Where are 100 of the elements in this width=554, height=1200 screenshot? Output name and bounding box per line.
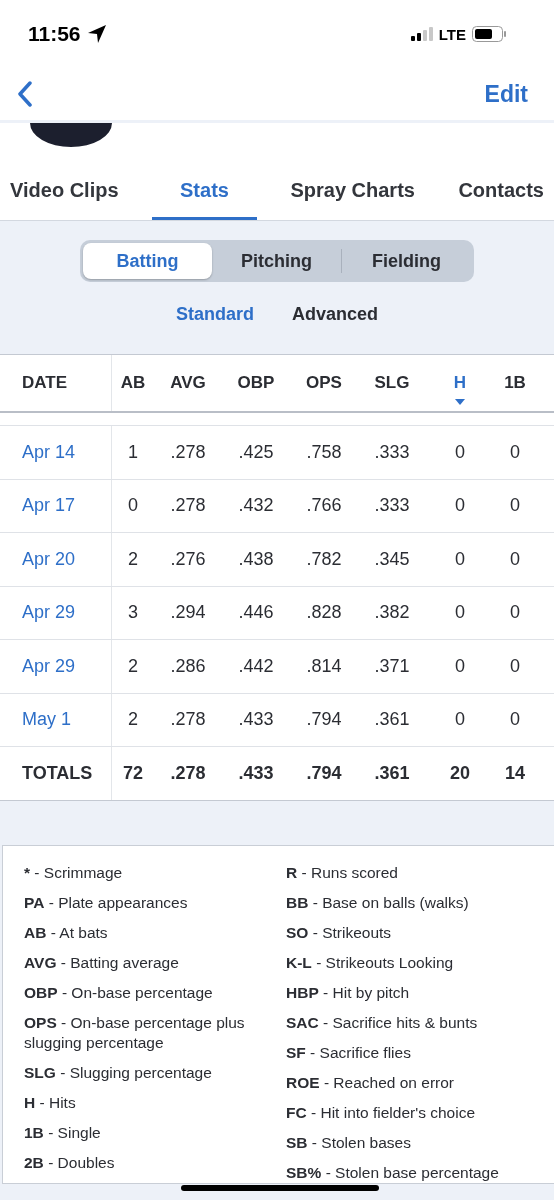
- legend-entry: 1B - Single: [24, 1122, 101, 1143]
- segment[interactable]: Fielding: [342, 243, 471, 279]
- legend-entry: SB% - Stolen base percentage: [286, 1162, 499, 1183]
- legend-entry: BB - Base on balls (walks): [286, 892, 469, 913]
- table-cell-text: 0: [509, 655, 521, 677]
- segment[interactable]: Batting: [83, 243, 212, 279]
- legend-entry: ROE - Reached on error: [286, 1072, 454, 1093]
- legend-entry: PA - Plate appearances: [24, 892, 188, 913]
- legend-entry: R - Runs scored: [286, 862, 398, 883]
- tab[interactable]: Spray Charts: [280, 163, 425, 220]
- table-cell-text: .442: [237, 655, 275, 677]
- battery-icon: [472, 26, 506, 42]
- column-header[interactable]: 1B: [504, 373, 526, 393]
- table-cell-text: .438: [237, 548, 275, 570]
- table-cell-text: 0: [509, 441, 521, 463]
- total-cell-text: .433: [237, 762, 275, 784]
- legend-entry: SF - Sacrifice flies: [286, 1042, 411, 1063]
- table-cell-text: .446: [237, 602, 275, 624]
- column-header[interactable]: SLG: [374, 373, 410, 393]
- table-cell-text: .371: [373, 655, 411, 677]
- total-cell-text: 20: [449, 762, 471, 784]
- sort-caret-icon: [455, 399, 465, 405]
- table-cell-text: 0: [127, 495, 139, 517]
- legend-entry: FC - Hit into fielder's choice: [286, 1102, 476, 1123]
- back-button[interactable]: [16, 79, 34, 109]
- table-cell-text: .276: [169, 548, 207, 570]
- table-cell-text: .278: [169, 441, 207, 463]
- legend-entry: 2B - Doubles: [24, 1152, 115, 1173]
- table-cell-text: 0: [509, 709, 521, 731]
- tab[interactable]: Contacts: [448, 163, 554, 220]
- table-cell-text: 1: [127, 441, 139, 463]
- table-cell-text: .766: [305, 495, 343, 517]
- legend-entry: SAC - Sacrifice hits & bunts: [286, 1012, 478, 1033]
- column-header[interactable]: OPS: [306, 373, 342, 393]
- table-cell-text: .278: [169, 495, 207, 517]
- legend-entry: SB - Stolen bases: [286, 1132, 411, 1153]
- date-link[interactable]: Apr 17: [22, 495, 76, 517]
- table-cell-text: .782: [305, 548, 343, 570]
- table-cell-text: .432: [237, 495, 275, 517]
- table-cell-text: 2: [127, 709, 139, 731]
- date-link[interactable]: Apr 14: [22, 441, 76, 463]
- location-arrow-icon: [86, 24, 107, 44]
- total-cell-text: .278: [169, 762, 207, 784]
- table-cell-text: .758: [305, 441, 343, 463]
- table-cell-text: .828: [305, 602, 343, 624]
- total-cell-text: 14: [504, 762, 526, 784]
- table-cell-text: 0: [454, 709, 466, 731]
- legend-entry: AVG - Batting average: [24, 952, 179, 973]
- table-cell-text: 3: [127, 602, 139, 624]
- table-cell-text: .361: [373, 709, 411, 731]
- table-cell-text: .794: [305, 709, 343, 731]
- legend-entry: SLG - Slugging percentage: [24, 1062, 212, 1083]
- table-cell-text: 0: [454, 495, 466, 517]
- table-cell-text: .286: [169, 655, 207, 677]
- table-cell-text: 0: [509, 548, 521, 570]
- column-header[interactable]: AB: [120, 373, 146, 393]
- table-cell-text: .345: [373, 548, 411, 570]
- total-cell-text: 72: [122, 762, 144, 784]
- view-toggle[interactable]: Advanced: [292, 304, 378, 325]
- table-cell-text: .433: [237, 709, 275, 731]
- column-header[interactable]: OBP: [237, 373, 275, 393]
- legend-entry: * - Scrimmage: [24, 862, 123, 883]
- table-cell-text: 2: [127, 548, 139, 570]
- legend-entry: H - Hits: [24, 1092, 76, 1113]
- network-label: LTE: [438, 25, 466, 43]
- date-link[interactable]: Apr 29: [22, 655, 76, 677]
- legend-entry: AB - At bats: [24, 922, 108, 943]
- table-cell-text: .382: [373, 602, 411, 624]
- table-cell-text: 2: [127, 655, 139, 677]
- table-cell-text: 0: [454, 548, 466, 570]
- legend-entry: SO - Strikeouts: [286, 922, 392, 943]
- table-cell-text: .278: [169, 709, 207, 731]
- table-cell-text: 0: [509, 495, 521, 517]
- legend-entry: OPS - On-base percentage plus slugging percentage: [24, 1012, 246, 1053]
- view-toggle[interactable]: Standard: [175, 304, 254, 325]
- table-cell-text: 0: [509, 602, 521, 624]
- tab[interactable]: Stats: [152, 163, 257, 220]
- table-cell-text: .814: [305, 655, 343, 677]
- segment[interactable]: Pitching: [212, 243, 341, 279]
- column-header[interactable]: AVG: [170, 373, 206, 393]
- total-cell-text: .361: [373, 762, 411, 784]
- table-cell-text: 0: [454, 655, 466, 677]
- date-link[interactable]: Apr 29: [22, 602, 76, 624]
- edit-button[interactable]: Edit: [484, 80, 528, 108]
- signal-icon: [410, 27, 433, 41]
- date-link[interactable]: Apr 20: [22, 548, 76, 570]
- legend-entry: OBP - On-base percentage: [24, 982, 213, 1003]
- table-cell-text: 0: [454, 441, 466, 463]
- table-cell-text: .333: [373, 441, 411, 463]
- table-cell-text: .294: [169, 602, 207, 624]
- legend-entry: HBP - Hit by pitch: [286, 982, 410, 1003]
- tab[interactable]: Video Clips: [0, 163, 129, 220]
- totals-label: TOTALS: [22, 762, 93, 784]
- legend-entry: K-L - Strikeouts Looking: [286, 952, 454, 973]
- column-header[interactable]: H: [453, 373, 467, 393]
- column-header[interactable]: DATE: [22, 373, 67, 393]
- table-cell-text: .425: [237, 441, 275, 463]
- clock-time: 11:56: [28, 22, 81, 46]
- date-link[interactable]: May 1: [22, 709, 72, 731]
- table-cell-text: 0: [454, 602, 466, 624]
